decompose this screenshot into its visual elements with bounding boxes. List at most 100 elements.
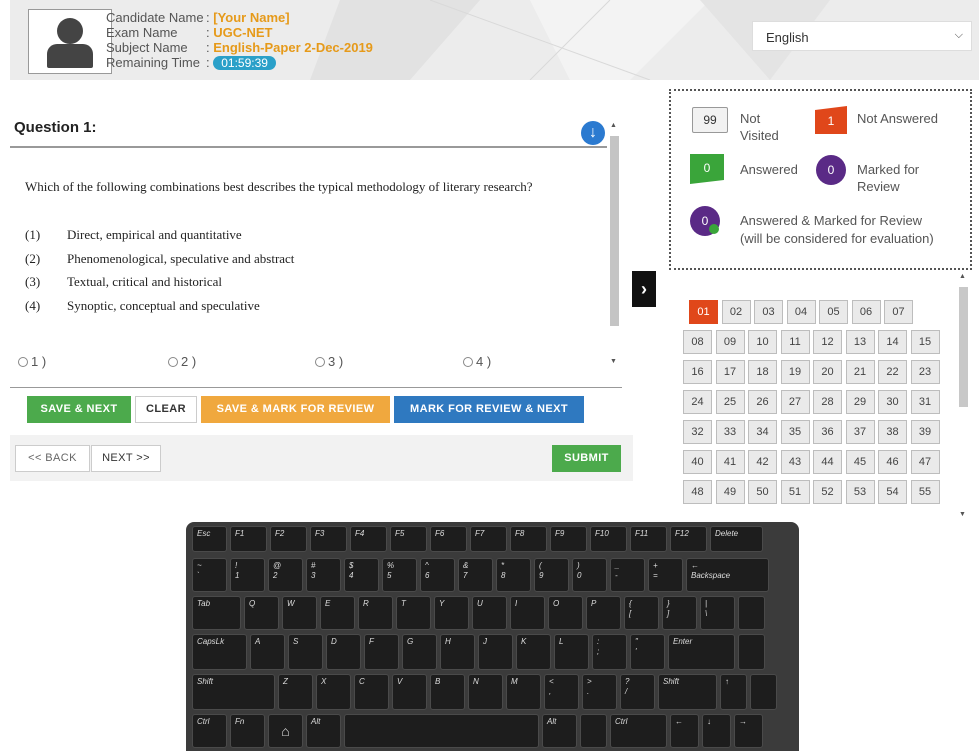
question-number-32[interactable]: 32 [683,420,712,444]
question-number-21[interactable]: 21 [845,360,875,384]
question-number-20[interactable]: 20 [813,360,842,384]
question-number-18[interactable]: 18 [748,360,777,384]
question-number-10[interactable]: 10 [748,330,777,354]
keyboard-key-r4-8: J [478,634,513,670]
question-number-51[interactable]: 51 [780,480,810,504]
question-number-28[interactable]: 28 [813,390,842,414]
question-number-47[interactable]: 47 [910,450,940,474]
question-number-43[interactable]: 43 [780,450,810,474]
question-number-54[interactable]: 54 [878,480,907,504]
answer-radio-1[interactable]: 1 ) [18,354,46,369]
question-number-29[interactable]: 29 [845,390,875,414]
answer-radio-4[interactable]: 4 ) [463,354,491,369]
keyboard-key-r3-2: Q [244,596,279,630]
question-number-19[interactable]: 19 [780,360,810,384]
keyboard-key-r4-14 [738,634,765,670]
expand-panel-icon[interactable]: › [632,271,656,307]
question-number-22[interactable]: 22 [878,360,907,384]
question-number-34[interactable]: 34 [748,420,777,444]
question-number-33[interactable]: 33 [715,420,745,444]
question-number-55[interactable]: 55 [910,480,940,504]
keyboard-key-r2-2: ! 1 [230,558,265,592]
keyboard-key-r4-1: CapsLk [192,634,247,670]
question-number-05[interactable]: 05 [819,300,848,324]
question-number-15[interactable]: 15 [910,330,940,354]
scroll-down-arrow-icon[interactable]: ▼ [959,511,966,518]
subject-name-label: Subject Name [106,40,188,55]
question-number-13[interactable]: 13 [845,330,875,354]
keyboard-key-r5-8: M [506,674,541,710]
question-number-08[interactable]: 08 [683,330,712,354]
question-number-26[interactable]: 26 [748,390,777,414]
answer-radio-3[interactable]: 3 ) [315,354,343,369]
question-number-39[interactable]: 39 [910,420,940,444]
question-text: Which of the following combinations best… [25,179,533,194]
radio-circle-icon[interactable] [315,357,325,367]
radio-circle-icon[interactable] [168,357,178,367]
question-number-09[interactable]: 09 [715,330,745,354]
scroll-down-icon[interactable]: ↓ [581,121,605,145]
question-number-50[interactable]: 50 [748,480,777,504]
question-number-23[interactable]: 23 [910,360,940,384]
question-number-35[interactable]: 35 [780,420,810,444]
next-button[interactable]: NEXT >> [91,445,161,472]
question-number-04[interactable]: 04 [786,300,816,324]
scroll-up-arrow-icon[interactable]: ▲ [610,122,617,129]
language-select[interactable]: English ⌵ [752,21,972,51]
question-number-17[interactable]: 17 [715,360,745,384]
radio-circle-icon[interactable] [18,357,28,367]
question-number-40[interactable]: 40 [683,450,712,474]
question-number-12[interactable]: 12 [813,330,842,354]
question-scrollbar[interactable]: ▲ ▼ [609,122,621,368]
keyboard-key-r3-3: W [282,596,317,630]
question-number-38[interactable]: 38 [878,420,907,444]
question-number-44[interactable]: 44 [813,450,842,474]
save-mark-review-button[interactable]: SAVE & MARK FOR REVIEW [201,396,390,423]
keyboard-key-r6-1: Ctrl [192,714,227,748]
not-visited-label: Not Visited [740,111,779,143]
radio-circle-icon[interactable] [463,357,473,367]
submit-button[interactable]: SUBMIT [552,445,621,472]
question-number-45[interactable]: 45 [845,450,875,474]
question-number-27[interactable]: 27 [780,390,810,414]
question-number-48[interactable]: 48 [683,480,712,504]
answer-radio-2[interactable]: 2 ) [168,354,196,369]
keyboard-key-r3-14: | \ [700,596,735,630]
question-number-16[interactable]: 16 [683,360,712,384]
clear-button[interactable]: CLEAR [135,396,197,423]
save-next-button[interactable]: SAVE & NEXT [27,396,131,423]
question-number-24[interactable]: 24 [683,390,712,414]
scroll-down-arrow-icon[interactable]: ▼ [610,358,617,365]
palette-scrollbar[interactable]: ▲ ▼ [957,273,969,523]
keyboard-key-r4-9: K [516,634,551,670]
question-number-31[interactable]: 31 [910,390,940,414]
keyboard-key-r5-10: > . [582,674,617,710]
scroll-up-arrow-icon[interactable]: ▲ [959,273,966,280]
keyboard-key-r5-12: Shift [658,674,717,710]
mark-review-next-button[interactable]: MARK FOR REVIEW & NEXT [394,396,584,423]
question-number-01[interactable]: 01 [689,300,718,324]
question-number-14[interactable]: 14 [878,330,907,354]
f9-key: F9 [550,526,587,552]
question-number-46[interactable]: 46 [878,450,907,474]
keyboard-key-r5-6: B [430,674,465,710]
back-button[interactable]: << BACK [15,445,90,472]
question-number-49[interactable]: 49 [715,480,745,504]
question-number-07[interactable]: 07 [884,300,913,324]
question-number-52[interactable]: 52 [813,480,842,504]
question-number-30[interactable]: 30 [878,390,907,414]
keyboard-key-r2-10: ( 9 [534,558,569,592]
keyboard-key-r5-1: Shift [192,674,275,710]
question-number-06[interactable]: 06 [851,300,881,324]
scrollbar-thumb[interactable] [959,287,968,407]
scrollbar-thumb[interactable] [610,136,619,326]
question-number-36[interactable]: 36 [813,420,842,444]
question-number-11[interactable]: 11 [780,330,810,354]
question-number-37[interactable]: 37 [845,420,875,444]
question-number-53[interactable]: 53 [845,480,875,504]
question-number-42[interactable]: 42 [748,450,777,474]
question-number-25[interactable]: 25 [715,390,745,414]
question-number-03[interactable]: 03 [754,300,783,324]
question-number-41[interactable]: 41 [715,450,745,474]
question-number-02[interactable]: 02 [721,300,751,324]
